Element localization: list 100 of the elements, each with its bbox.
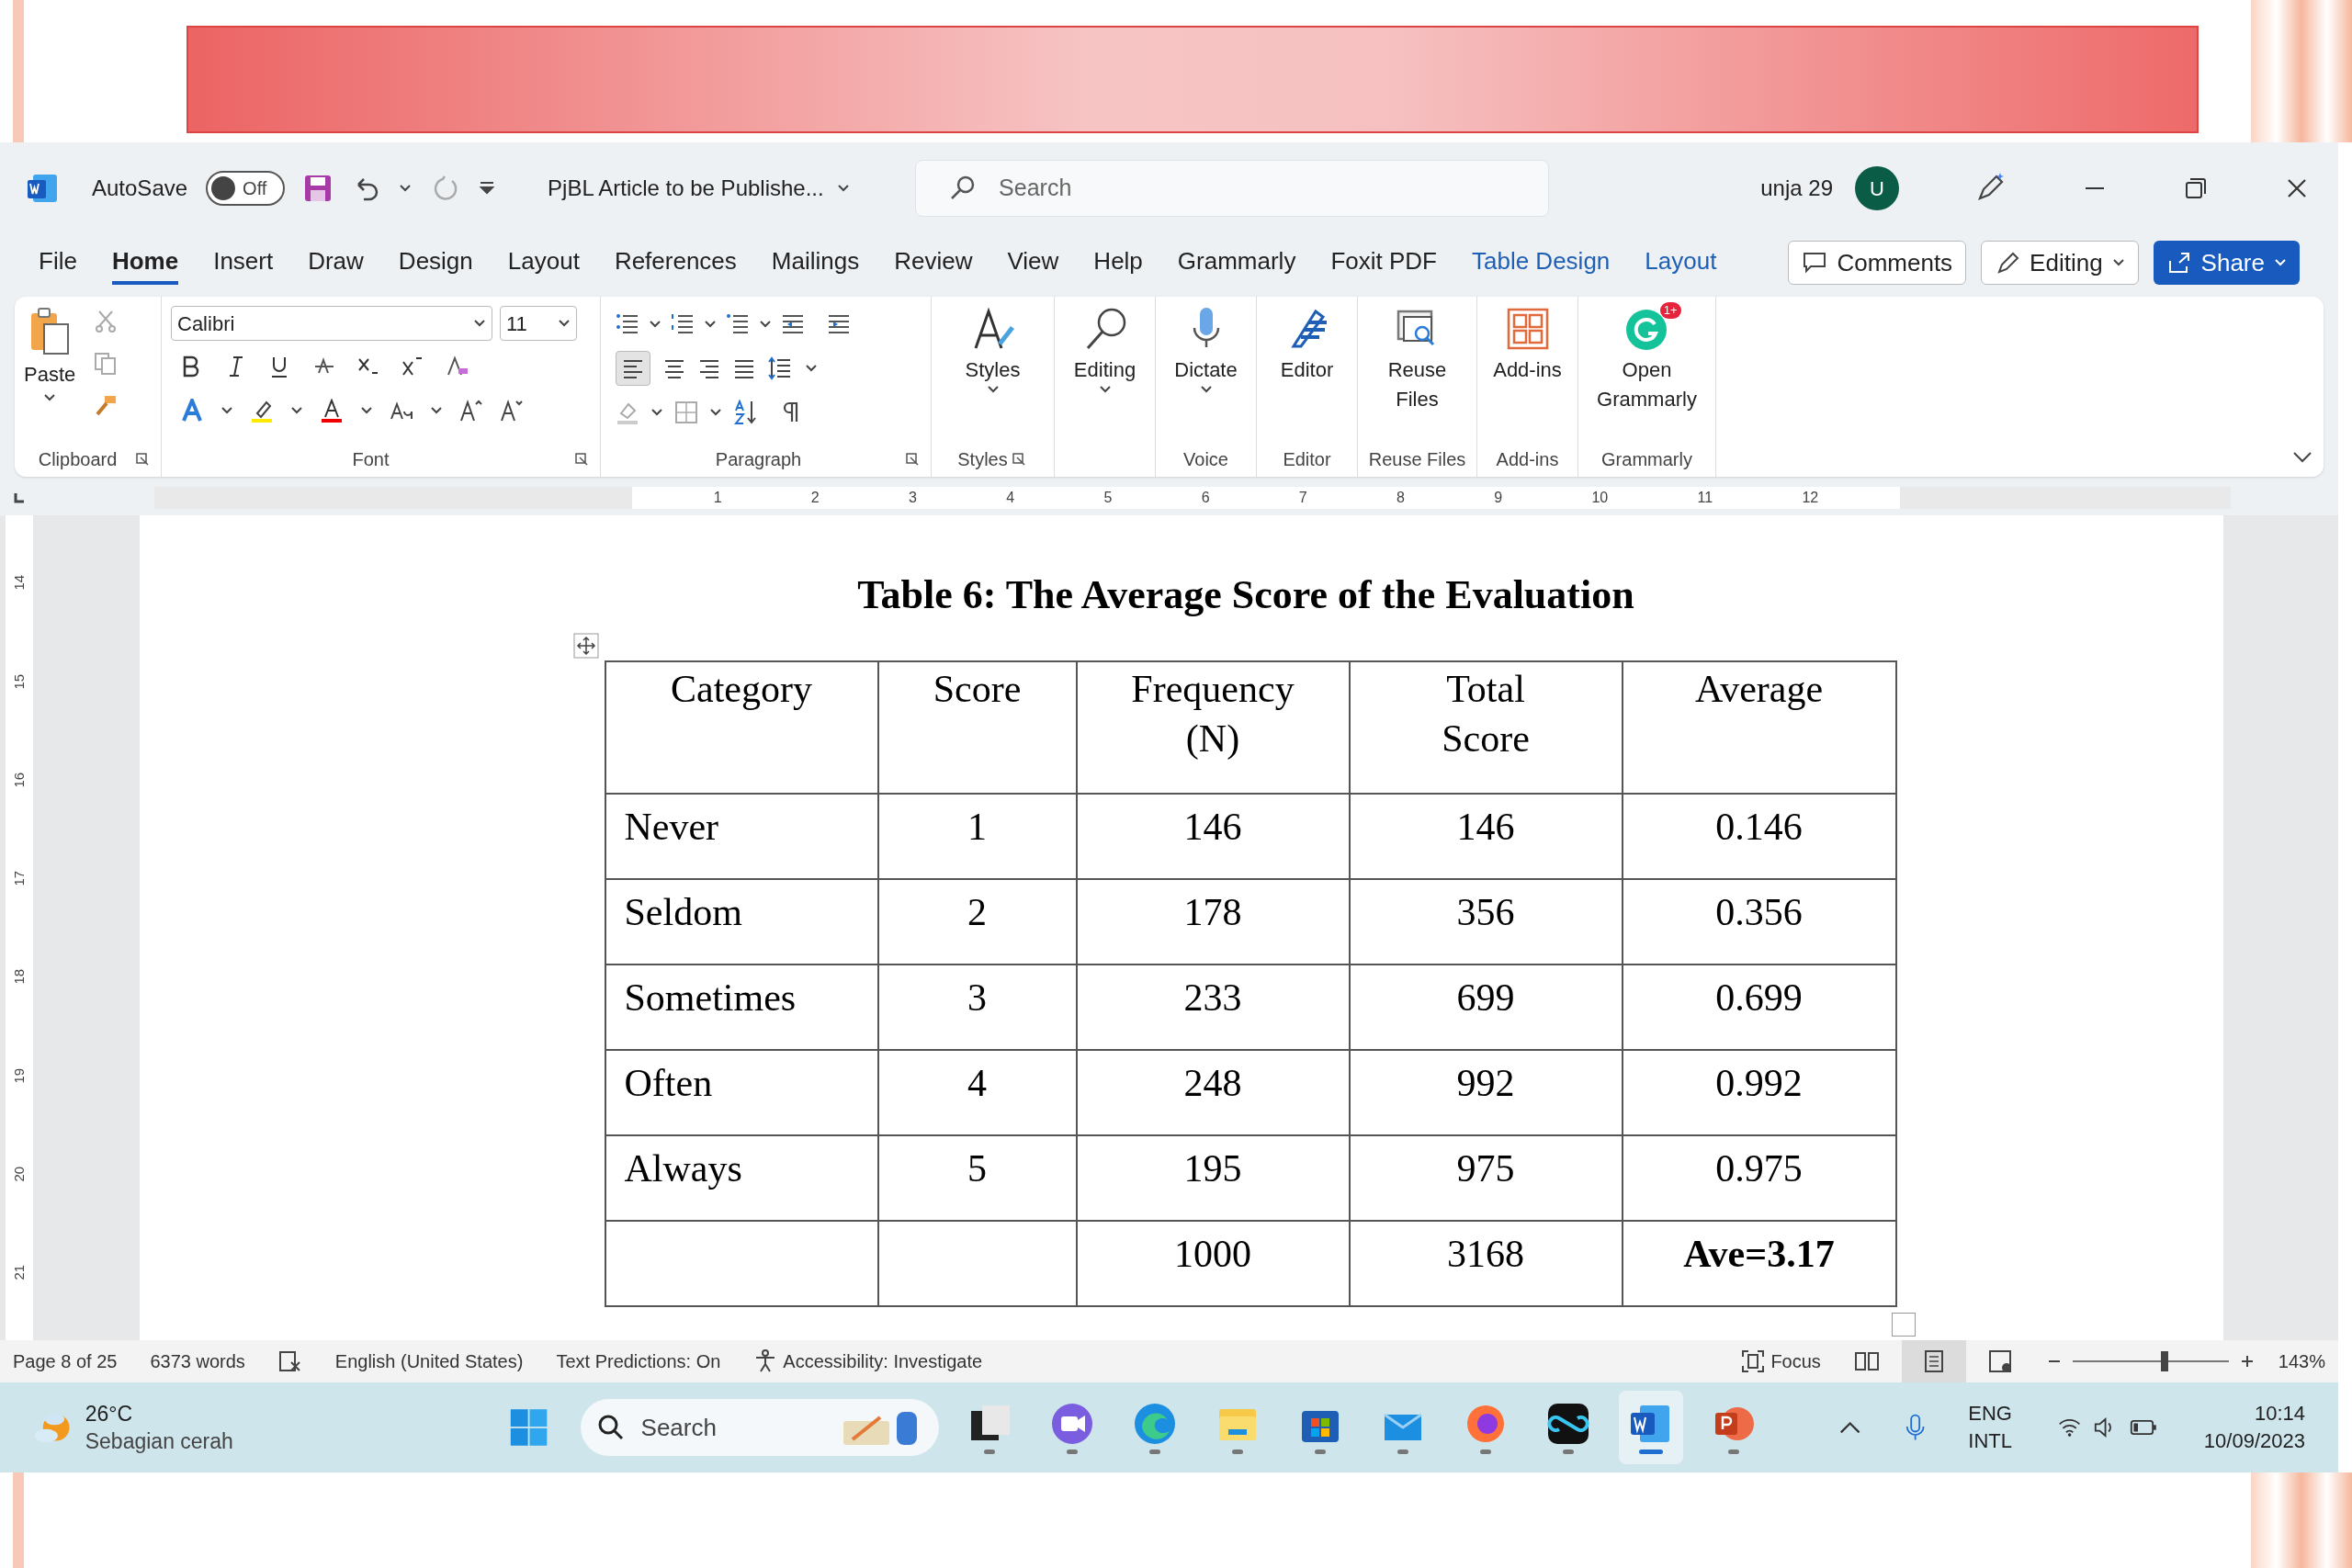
autosave-toggle[interactable]: Off (206, 171, 286, 206)
menu-tab[interactable]: Foxit PDF (1330, 241, 1437, 285)
numbering-icon[interactable] (671, 312, 695, 336)
chevron-down-icon[interactable] (805, 364, 818, 373)
proofing-icon[interactable] (277, 1349, 302, 1373)
dialog-launcher-icon[interactable] (574, 452, 589, 467)
menu-tab[interactable]: Layout (1645, 241, 1717, 285)
grow-font-icon[interactable] (459, 399, 483, 423)
battery-icon[interactable] (2130, 1417, 2158, 1438)
wifi-icon[interactable] (2058, 1416, 2082, 1438)
increase-indent-icon[interactable] (827, 312, 851, 336)
keyboard-layout[interactable]: INTL (1968, 1427, 2012, 1455)
chevron-up-icon[interactable] (1838, 1419, 1860, 1436)
chevron-down-icon[interactable] (836, 184, 850, 193)
search-field[interactable]: Search (915, 160, 1550, 217)
menu-tab[interactable]: Home (111, 241, 179, 285)
chevron-down-icon[interactable] (360, 406, 373, 415)
focus-button[interactable]: Focus (1741, 1348, 1821, 1375)
dictate-button[interactable]: Dictate (1159, 306, 1252, 394)
editing-button[interactable]: Editing (1058, 306, 1151, 394)
zoom-level[interactable]: 143% (2278, 1348, 2325, 1375)
align-left-button[interactable] (616, 351, 650, 386)
dialog-launcher-icon[interactable] (905, 452, 920, 467)
text-effects-icon[interactable] (180, 399, 204, 423)
editor-button[interactable]: Editor (1261, 306, 1353, 385)
menu-tab[interactable]: Design (398, 241, 473, 285)
chevron-down-icon[interactable] (558, 319, 571, 328)
chevron-down-icon[interactable] (1199, 385, 1213, 394)
taskbar-search-field[interactable]: Search (580, 1399, 939, 1456)
shrink-font-icon[interactable] (500, 399, 524, 423)
ruler-number: 16 (9, 772, 28, 788)
format-painter-icon[interactable] (94, 394, 119, 418)
font-name-field[interactable]: Calibri (171, 306, 492, 341)
menu-tab[interactable]: Draw (308, 241, 364, 285)
line-spacing-icon[interactable] (768, 356, 792, 380)
menu-tab[interactable]: File (39, 241, 77, 285)
web-layout-icon[interactable] (1987, 1349, 2014, 1373)
align-right-icon[interactable] (698, 357, 720, 379)
menu-tab[interactable]: References (614, 241, 737, 285)
status-text[interactable]: English (United States) (334, 1348, 524, 1375)
chevron-down-icon[interactable] (704, 320, 717, 329)
styles-button[interactable]: Styles (946, 306, 1039, 394)
font-color-icon[interactable] (320, 399, 344, 423)
document-title[interactable]: PjBL Article to be Publishe... (548, 172, 824, 205)
menu-tab[interactable]: Review (894, 241, 973, 285)
chevron-down-icon[interactable] (759, 320, 772, 329)
menu-tab[interactable]: Grammarly (1177, 241, 1296, 285)
ruler-number: 5 (1103, 489, 1113, 507)
zoom-in-icon[interactable] (2239, 1354, 2255, 1369)
menu-tab[interactable]: Insert (213, 241, 274, 285)
print-layout-button[interactable] (1901, 1340, 1966, 1382)
paste-button[interactable]: Paste (24, 306, 76, 418)
menu-tab[interactable]: View (1007, 241, 1059, 285)
chevron-down-icon[interactable] (650, 408, 663, 417)
bullets-icon[interactable] (616, 312, 639, 336)
clock-time[interactable]: 10:14 (2254, 1400, 2305, 1427)
editing-button[interactable]: Editing (1981, 241, 2139, 285)
sort-icon[interactable] (733, 400, 759, 425)
chevron-down-icon[interactable] (290, 406, 303, 415)
capcut-app-icon (1545, 1401, 1590, 1446)
font-size-field[interactable]: 11 (500, 306, 577, 341)
chevron-down-icon[interactable] (709, 408, 722, 417)
chevron-down-icon[interactable] (43, 393, 57, 402)
clock-date[interactable]: 10/09/2023 (2203, 1427, 2305, 1455)
resize-handle[interactable] (1891, 1313, 1916, 1337)
menu-tab[interactable]: Table Design (1472, 241, 1611, 285)
menu-tab[interactable]: Layout (507, 241, 580, 285)
highlighter-icon[interactable] (250, 399, 274, 423)
multilevel-list-icon[interactable] (726, 312, 750, 336)
align-center-icon[interactable] (663, 357, 685, 379)
tab-selector-icon[interactable] (13, 491, 26, 504)
user-avatar[interactable]: U (1855, 166, 1899, 210)
language-indicator[interactable]: ENG (1968, 1400, 2012, 1427)
status-text[interactable]: Page 8 of 25 (13, 1348, 118, 1375)
reuse-button[interactable]: Reuse Files (1371, 306, 1464, 414)
chevron-down-icon[interactable] (986, 385, 1000, 394)
status-text[interactable]: Accessibility: Investigate (783, 1348, 983, 1375)
dialog-launcher-icon[interactable] (135, 452, 150, 467)
collapse-ribbon-icon[interactable] (2292, 451, 2312, 464)
justify-icon[interactable] (733, 357, 755, 379)
chevron-down-icon[interactable] (220, 406, 233, 415)
comments-button[interactable]: Comments (1788, 241, 1967, 285)
menu-tab[interactable]: Help (1093, 241, 1143, 285)
move-handle-icon[interactable] (572, 633, 599, 659)
read-mode-icon[interactable] (1853, 1349, 1880, 1373)
status-text[interactable]: Text Predictions: On (556, 1348, 721, 1375)
zoom-slider[interactable] (2072, 1350, 2229, 1372)
save-icon[interactable] (303, 174, 334, 203)
share-button[interactable]: Share (2153, 241, 2300, 285)
chevron-down-icon[interactable] (399, 184, 413, 193)
menu-tab[interactable]: Mailings (771, 241, 860, 285)
chevron-down-icon[interactable] (430, 406, 443, 415)
running-indicator (1479, 1449, 1491, 1454)
chevron-down-icon[interactable] (649, 320, 662, 329)
chevron-down-icon[interactable] (1098, 385, 1112, 394)
decrease-indent-icon[interactable] (781, 312, 805, 336)
chevron-down-icon[interactable] (473, 319, 486, 328)
addins-button[interactable]: Add-ins (1481, 306, 1574, 385)
dialog-launcher-icon[interactable] (1011, 452, 1026, 467)
zoom-thumb[interactable] (2161, 1351, 2169, 1371)
